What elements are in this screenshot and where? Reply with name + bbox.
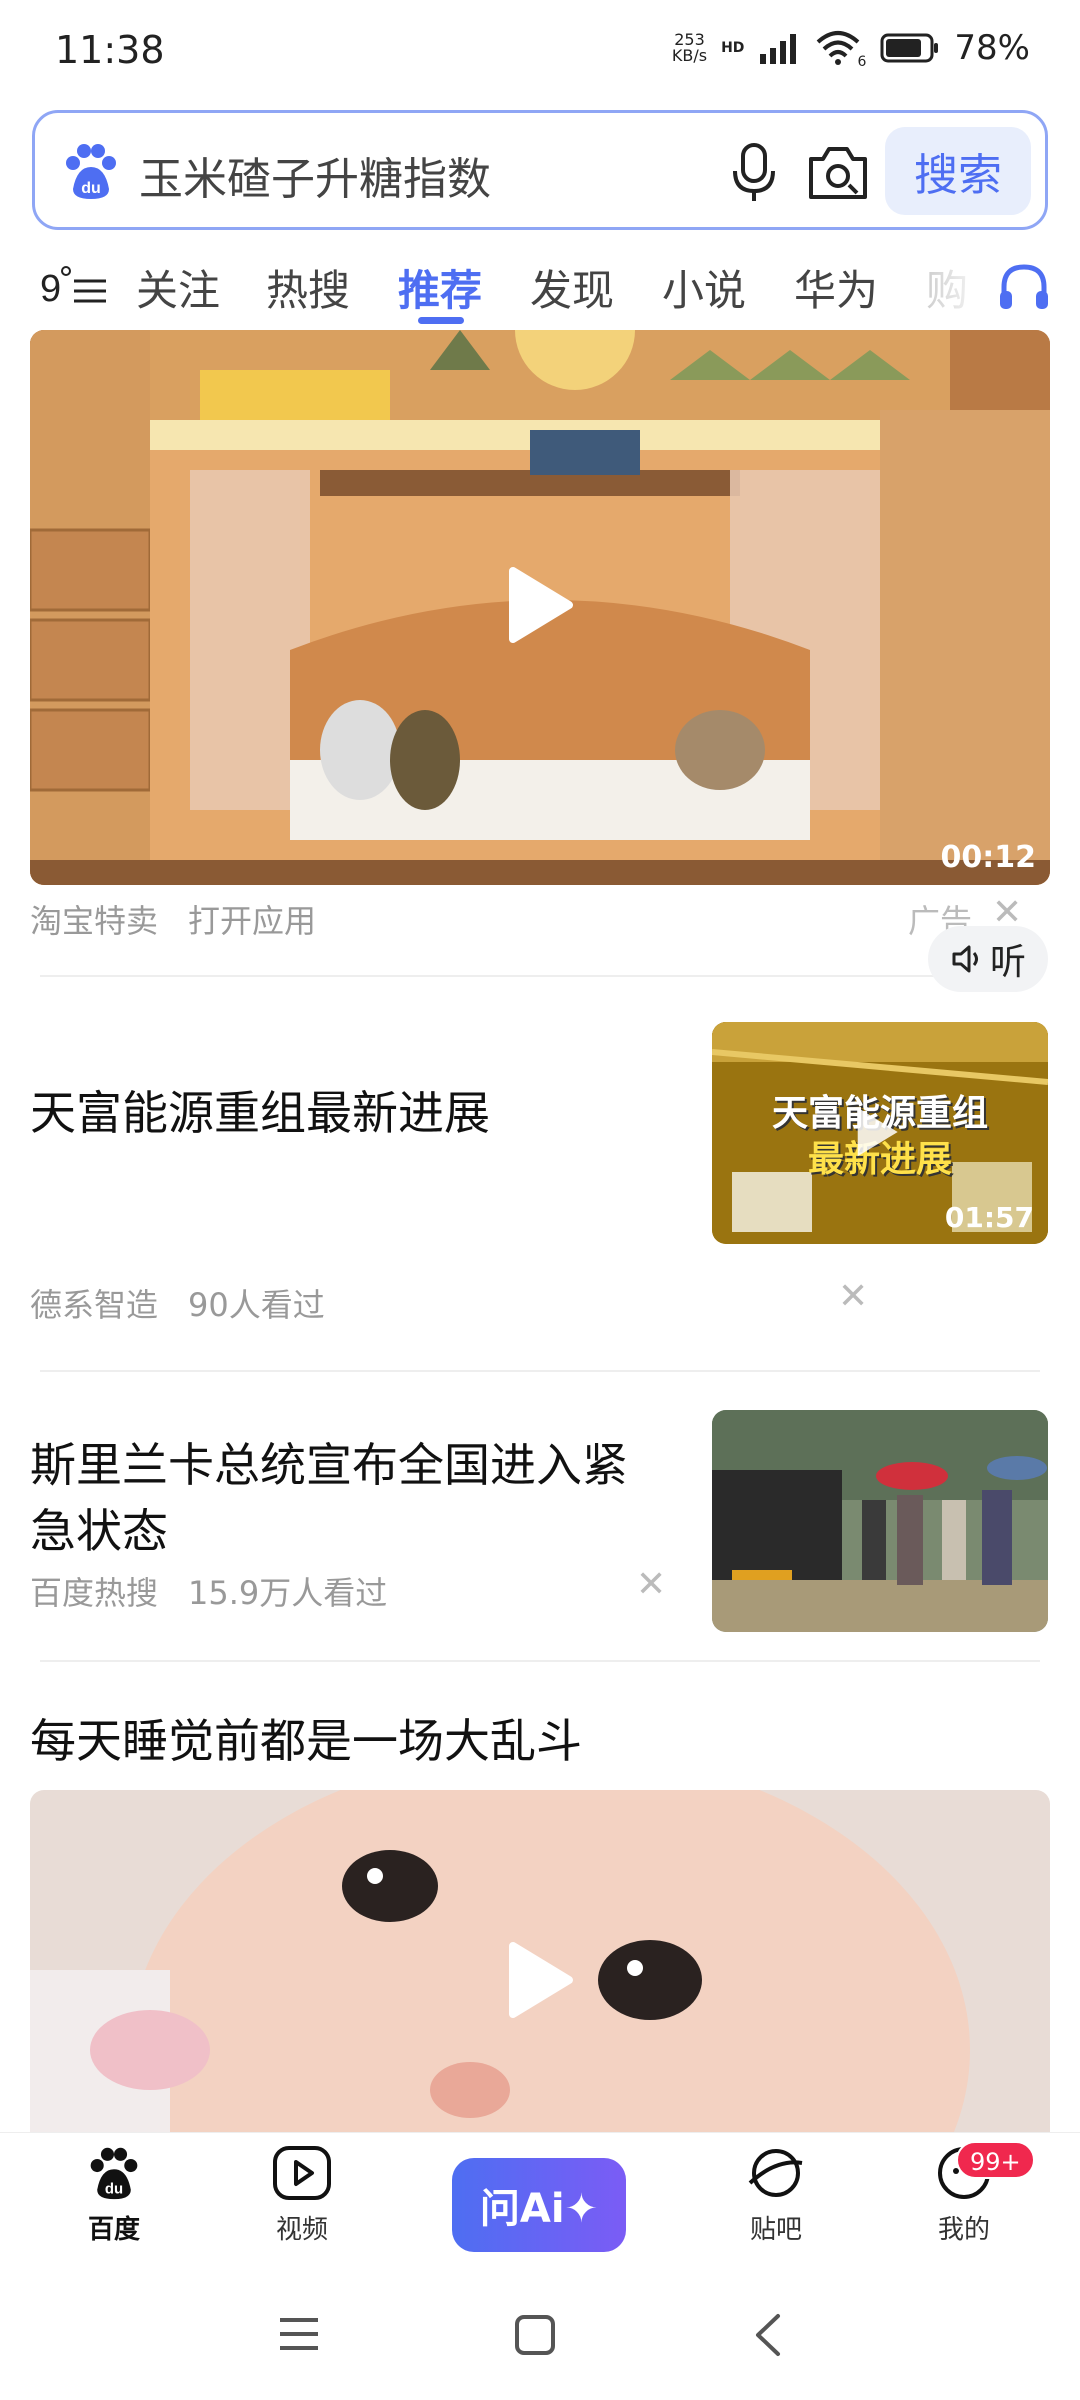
ad-source: 淘宝特卖 [30,902,159,940]
search-input[interactable]: 玉米碴子升糖指数 [139,143,491,207]
network-speed: 253 KB/s [672,32,707,64]
ai-assistant-button[interactable]: 问Ai✦ [452,2158,626,2252]
tab-recommend[interactable]: 推荐 [398,257,482,318]
headphones-icon[interactable] [996,259,1052,315]
close-icon[interactable]: ✕ [838,1276,868,1317]
news-video-thumbnail[interactable]: 天富能源重组 最新进展 01:57 [712,1022,1048,1244]
view-count: 15.9万人看过 [188,1574,388,1612]
wifi-level: 6 [857,54,867,70]
view-count: 90人看过 [188,1286,325,1324]
status-icons: 253 KB/s HD 6 78% [672,28,1030,70]
play-icon[interactable] [852,1102,902,1162]
baby-video-thumbnail[interactable] [30,1790,1050,2132]
ad-video-thumbnail[interactable]: 00:12 [30,330,1050,885]
news-source: 百度热搜 [30,1574,159,1612]
tab-novel[interactable]: 小说 [662,257,746,318]
wifi-icon: 6 [816,30,866,70]
active-tab-indicator [418,317,464,324]
nav-item-video[interactable]: 视频 [242,2145,362,2246]
notification-badge: 99+ [956,2141,1035,2179]
news-title-line-2[interactable]: 急状态 [30,1498,168,1564]
play-icon[interactable] [505,1940,575,2020]
microphone-icon[interactable] [725,141,785,203]
video-play-icon [273,2146,331,2200]
divider [40,1370,1040,1372]
video-duration: 01:57 [944,1201,1034,1234]
svg-text:9: 9 [40,268,61,310]
system-navigation-bar [0,2272,1080,2400]
flood-scene [712,1410,1048,1632]
tab-huawei[interactable]: 华为 [794,257,878,318]
tab-discover[interactable]: 发现 [530,257,614,318]
nav-label: 贴吧 [749,2215,802,2245]
news-title[interactable]: 天富能源重组最新进展 [30,1080,490,1146]
divider [40,975,1040,977]
channel-menu-icon[interactable]: 9 [40,263,110,313]
camera-search-icon[interactable] [805,141,871,203]
open-app-link[interactable]: 打开应用 [188,896,316,942]
divider [40,1660,1040,1662]
back-icon[interactable] [752,2312,784,2358]
speaker-icon [952,945,978,973]
bottom-navigation: du 百度 视频 问Ai✦ 贴吧 我的 99+ [0,2132,1080,2272]
tabs-fade [900,245,990,325]
tieba-planet-icon [748,2149,803,2197]
baidu-paw-icon: du [90,2147,138,2200]
baidu-logo-icon: du [66,144,116,199]
search-button[interactable]: 搜索 [885,127,1031,215]
svg-text:du: du [105,2181,123,2198]
news-title[interactable]: 每天睡觉前都是一场大乱斗 [30,1708,582,1774]
video-duration: 00:12 [940,840,1037,875]
nav-label: 我的 [937,2215,990,2245]
news-title-line-1[interactable]: 斯里兰卡总统宣布全国进入紧 [30,1432,628,1498]
home-icon[interactable] [514,2314,556,2356]
status-time: 11:38 [55,28,165,72]
battery-icon [880,33,939,63]
battery-percent: 78% [954,28,1030,68]
news-feed[interactable]: 00:12 淘宝特卖 打开应用 广告 ✕ 天富能源重组最新进展 天富能源重组 最… [0,330,1080,2132]
listen-button[interactable]: 听 [928,926,1048,992]
nav-label: 百度 [87,2215,140,2245]
close-icon[interactable]: ✕ [636,1564,666,1605]
channel-tabs: 9 关注 热搜 推荐 发现 小说 华为 购 [0,245,1080,325]
signal-icon [760,34,797,64]
search-bar[interactable]: du 玉米碴子升糖指数 搜索 [32,110,1048,230]
tab-hot-search[interactable]: 热搜 [266,257,350,318]
status-bar: 11:38 253 KB/s HD 6 78% [0,0,1080,100]
nav-item-tieba[interactable]: 贴吧 [716,2145,836,2246]
hd-label: HD [721,40,745,56]
nav-item-baidu[interactable]: du 百度 [54,2145,174,2246]
play-icon[interactable] [505,565,575,645]
svg-text:du: du [81,180,101,197]
listen-label: 听 [989,942,1026,983]
news-source: 德系智造 [30,1286,159,1324]
news-image-thumbnail[interactable] [712,1410,1048,1632]
nav-label: 视频 [275,2215,328,2245]
tab-follow[interactable]: 关注 [136,257,220,318]
menu-icon[interactable] [278,2314,320,2354]
network-speed-unit: KB/s [671,46,708,65]
